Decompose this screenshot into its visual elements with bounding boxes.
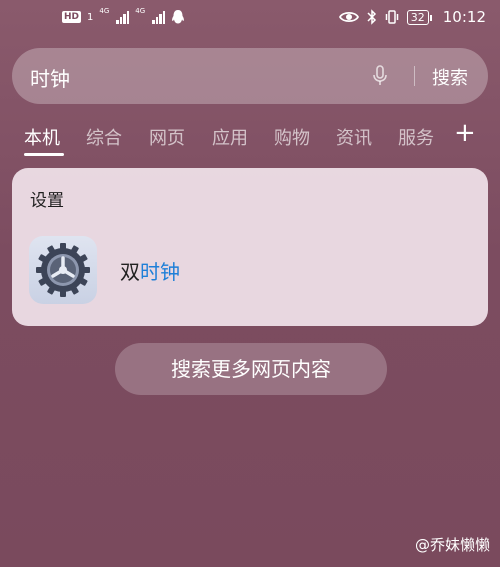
hd-voice-badge: HD [62, 11, 82, 23]
notification-app-icon [172, 10, 185, 24]
app-name-match-highlight: 时钟 [140, 260, 180, 284]
search-bar[interactable]: 时钟 搜索 [12, 48, 488, 104]
network-type-2: 4G [135, 7, 146, 15]
search-button[interactable]: 搜索 [432, 64, 468, 90]
hd-number: 1 [87, 11, 94, 23]
result-card: 设置 双时钟 [12, 168, 488, 326]
settings-app-icon[interactable] [29, 236, 97, 304]
tab-apps[interactable]: 应用 [212, 124, 248, 150]
clock-time: 10:12 [442, 8, 486, 26]
tab-shopping[interactable]: 购物 [274, 124, 310, 150]
vibrate-icon [385, 10, 399, 24]
tab-services[interactable]: 服务 [398, 124, 434, 150]
microphone-icon[interactable] [372, 65, 388, 87]
gear-icon [36, 243, 90, 297]
battery-indicator: 32 [406, 9, 432, 25]
search-input[interactable]: 时钟 [30, 63, 70, 92]
signal-icon-2 [152, 10, 166, 24]
tab-local[interactable]: 本机 [24, 124, 60, 150]
result-card-title: 设置 [30, 191, 64, 211]
search-category-tabs: 本机 综合 网页 应用 购物 资讯 服务 [24, 124, 484, 158]
bluetooth-icon [367, 9, 376, 25]
status-left: HD 1 4G 4G [62, 8, 185, 26]
tab-web[interactable]: 网页 [149, 124, 185, 150]
tab-comprehensive[interactable]: 综合 [86, 124, 122, 150]
tab-news[interactable]: 资讯 [336, 124, 372, 150]
add-tab-icon[interactable]: + [454, 120, 476, 146]
eye-comfort-icon [338, 11, 359, 23]
result-app-name[interactable]: 双时钟 [120, 256, 180, 285]
status-bar: HD 1 4G 4G 32 10:12 [0, 0, 500, 34]
search-divider [414, 66, 415, 86]
app-name-prefix: 双 [120, 260, 140, 284]
watermark: @乔妹懒懒 [414, 536, 490, 554]
status-right: 32 10:12 [338, 6, 486, 28]
signal-icon-1 [116, 10, 130, 24]
network-type-1: 4G [99, 7, 110, 15]
active-tab-indicator [24, 153, 64, 156]
search-more-web-button[interactable]: 搜索更多网页内容 [115, 343, 387, 395]
